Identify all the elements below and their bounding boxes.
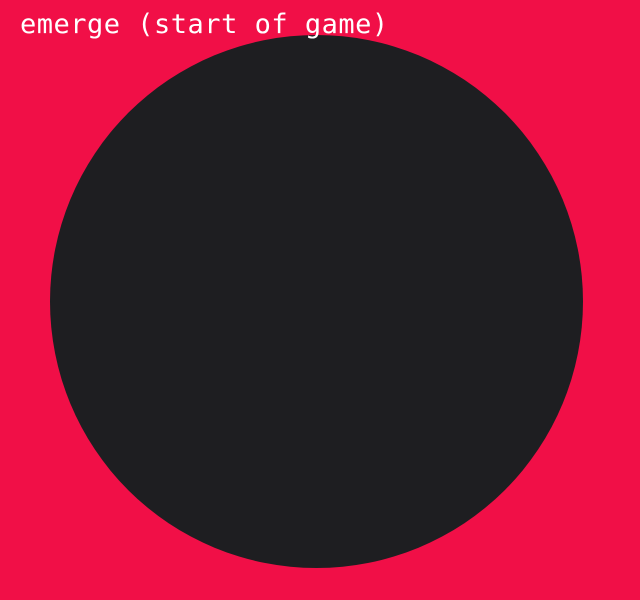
screen-title: emerge (start of game)	[20, 9, 389, 40]
game-screen[interactable]: { "screen": { "title": "emerge (start of…	[0, 0, 640, 600]
dark-circle[interactable]	[50, 35, 583, 568]
